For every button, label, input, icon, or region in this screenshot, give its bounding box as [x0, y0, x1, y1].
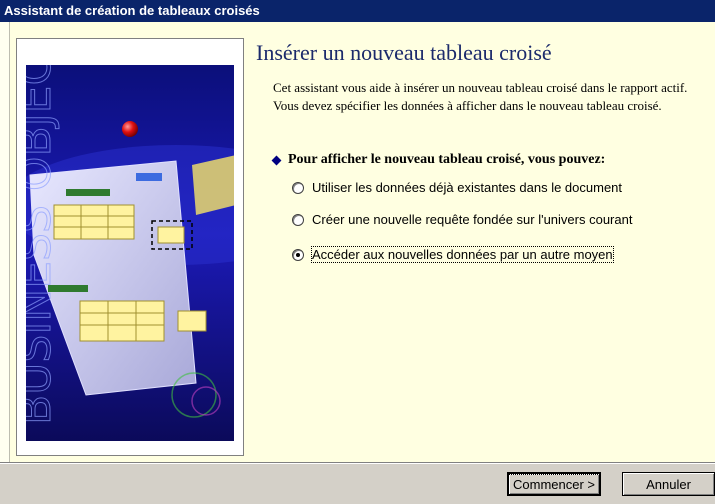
red-sphere — [122, 121, 138, 137]
diamond-bullet-icon — [271, 155, 282, 165]
option-existing-data-label[interactable]: Utiliser les données déjà existantes dan… — [312, 180, 622, 195]
button-separator — [0, 462, 715, 464]
option-new-query-label[interactable]: Créer une nouvelle requête fondée sur l'… — [312, 212, 632, 227]
wizard-description: Cet assistant vous aide à insérer un nou… — [273, 80, 688, 113]
start-button[interactable]: Commencer > — [507, 472, 601, 496]
cancel-button[interactable]: Annuler — [622, 472, 715, 496]
window-title: Assistant de création de tableaux croisé… — [0, 0, 715, 22]
option-other-source[interactable]: Accéder aux nouvelles données par un aut… — [292, 246, 614, 263]
radio-other-source[interactable] — [292, 248, 304, 261]
options-prompt-label: Pour afficher le nouveau tableau croisé,… — [288, 152, 606, 167]
radio-existing-data[interactable] — [292, 181, 304, 194]
option-existing-data[interactable]: Utiliser les données déjà existantes dan… — [292, 180, 622, 195]
illustration-panel: BUSINESS OBJECTS — [16, 38, 244, 456]
wizard-illustration: BUSINESS OBJECTS — [26, 65, 234, 441]
left-edge-strip — [0, 22, 10, 462]
option-new-query[interactable]: Créer une nouvelle requête fondée sur l'… — [292, 212, 632, 227]
option-other-source-label[interactable]: Accéder aux nouvelles données par un aut… — [311, 246, 614, 263]
watermark-text: BUSINESS OBJECTS — [26, 65, 61, 425]
page-title: Insérer un nouveau tableau croisé — [256, 40, 552, 65]
cancel-button-label: Annuler — [646, 476, 691, 492]
radio-new-query[interactable] — [292, 213, 304, 226]
options-prompt: Pour afficher le nouveau tableau croisé,… — [271, 152, 606, 168]
start-button-label: Commencer > — [508, 473, 600, 495]
